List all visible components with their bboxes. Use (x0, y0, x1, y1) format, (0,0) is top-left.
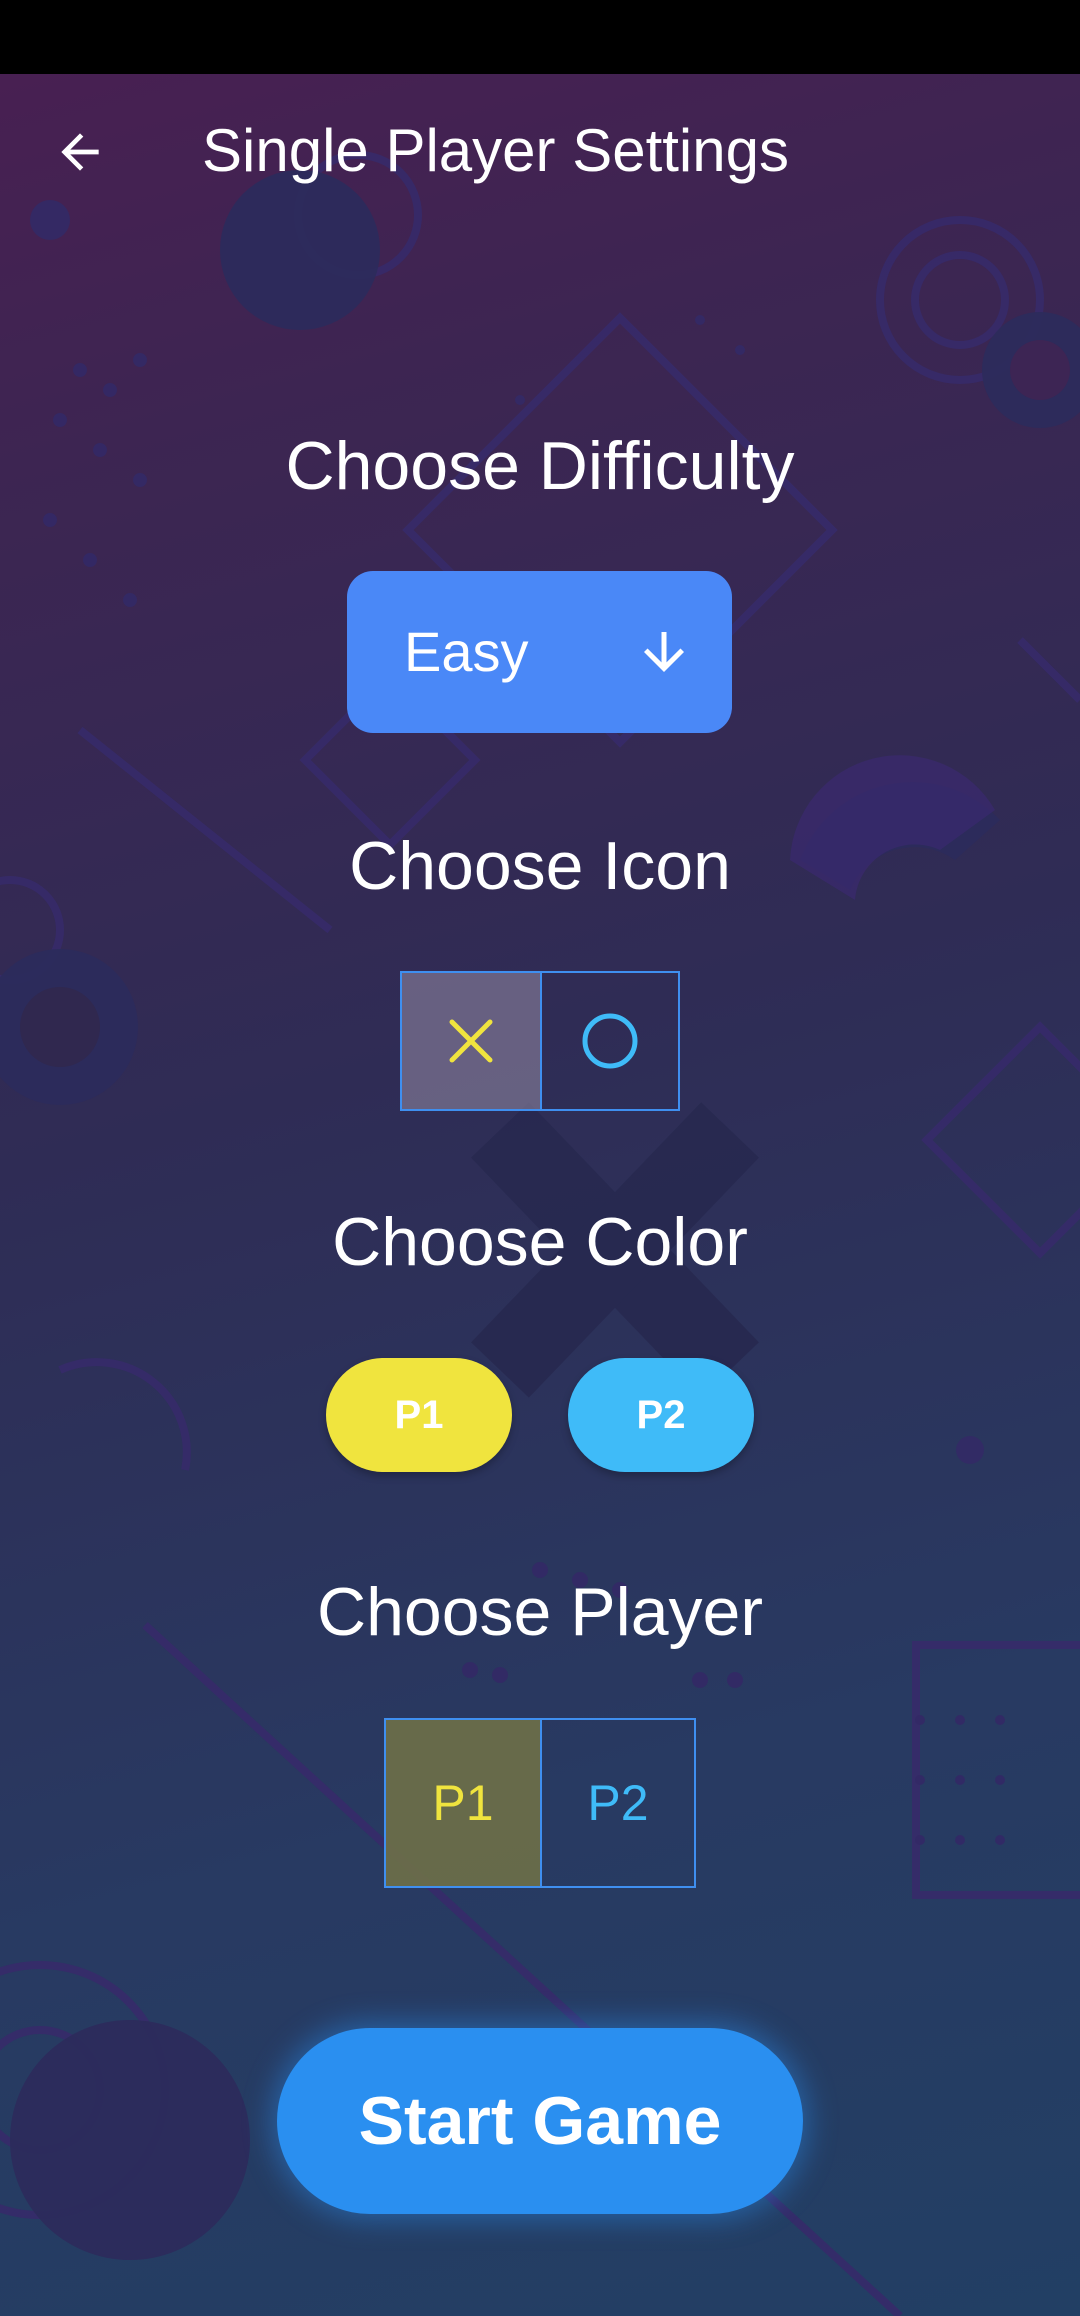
difficulty-heading: Choose Difficulty (285, 428, 795, 504)
p2-color-button[interactable]: P2 (568, 1358, 754, 1472)
icon-option-o[interactable] (540, 973, 678, 1109)
p1-color-button[interactable]: P1 (326, 1358, 512, 1472)
x-icon (449, 1019, 493, 1063)
arrow-down-icon (644, 632, 684, 672)
player-toggle-group: P1 P2 (384, 1718, 696, 1888)
status-bar (0, 0, 1080, 74)
background-pattern (0, 151, 1080, 2316)
player-p1-label: P1 (432, 1775, 494, 1831)
player-heading: Choose Player (316, 1574, 764, 1650)
player-option-p2[interactable]: P2 (540, 1720, 694, 1886)
icon-option-x[interactable] (402, 973, 540, 1109)
o-icon (582, 1013, 638, 1069)
difficulty-dropdown[interactable]: Easy (347, 571, 732, 733)
arrow-left-icon (61, 133, 99, 171)
start-game-button[interactable]: Start Game (277, 2028, 803, 2214)
app-bar: Single Player Settings (0, 74, 1080, 230)
icon-toggle-group (400, 971, 680, 1111)
icon-heading: Choose Icon (349, 828, 731, 904)
color-heading: Choose Color (332, 1204, 748, 1280)
player-p2-label: P2 (587, 1775, 649, 1831)
page-title: Single Player Settings (202, 117, 789, 184)
difficulty-selected-value: Easy (404, 620, 529, 683)
back-button[interactable] (40, 112, 120, 192)
player-option-p1[interactable]: P1 (386, 1720, 540, 1886)
